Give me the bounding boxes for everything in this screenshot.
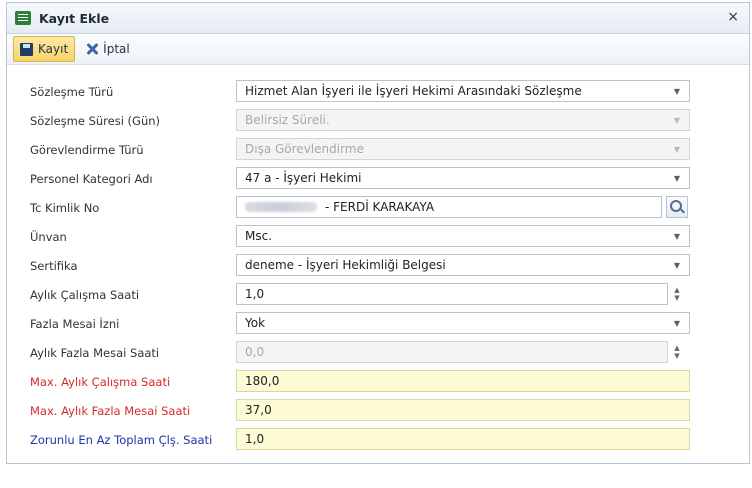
chevron-down-icon[interactable]: ▼ xyxy=(669,313,685,333)
min-total-work-hours-label: Zorunlu En Az Toplam Çlş. Saati xyxy=(30,433,213,447)
min-total-work-hours-value: 1,0 xyxy=(245,432,265,446)
chevron-down-icon[interactable]: ▼ xyxy=(669,226,685,246)
chevron-down-icon[interactable]: ▼ xyxy=(669,255,685,275)
certificate-label: Sertifika xyxy=(30,259,78,273)
contract-type-select[interactable]: Hizmet Alan İşyeri ile İşyeri Hekimi Ara… xyxy=(236,80,690,102)
title-select[interactable]: Msc. ▼ xyxy=(236,225,690,247)
monthly-work-hours-value: 1,0 xyxy=(245,287,265,301)
window-title: Kayıt Ekle xyxy=(39,10,110,26)
row-contract-duration: Sözleşme Süresi (Gün) Belirsiz Süreli. ▼ xyxy=(24,109,704,133)
overtime-permission-value: Yok xyxy=(245,316,266,330)
personnel-category-select[interactable]: 47 a - İşyeri Hekimi ▼ xyxy=(236,167,690,189)
tc-id-field[interactable]: - FERDİ KARAKAYA xyxy=(236,196,662,218)
title-label: Ünvan xyxy=(30,230,67,244)
overtime-permission-select[interactable]: Yok ▼ xyxy=(236,312,690,334)
monthly-overtime-hours-spinner: ▲ ▼ xyxy=(674,344,680,360)
monthly-overtime-hours-label: Aylık Fazla Mesai Saati xyxy=(30,346,160,360)
monthly-work-hours-input[interactable]: 1,0 xyxy=(236,283,668,305)
certificate-select[interactable]: deneme - İşyeri Hekimliği Belgesi ▼ xyxy=(236,254,690,276)
max-monthly-overtime-hours-value: 37,0 xyxy=(245,403,272,417)
row-contract-type: Sözleşme Türü Hizmet Alan İşyeri ile İşy… xyxy=(24,80,704,104)
monthly-overtime-hours-input: 0,0 xyxy=(236,341,668,363)
save-button[interactable]: Kayıt xyxy=(13,36,76,62)
row-monthly-overtime-hours: Aylık Fazla Mesai Saati 0,0 ▲ ▼ xyxy=(24,341,704,365)
row-tc-id: Tc Kimlik No - FERDİ KARAKAYA xyxy=(24,196,704,220)
assignment-type-label: Görevlendirme Türü xyxy=(30,143,144,157)
max-monthly-work-hours-label: Max. Aylık Çalışma Saati xyxy=(30,375,171,389)
chevron-down-icon: ▼ xyxy=(673,115,681,125)
max-monthly-work-hours-value: 180,0 xyxy=(245,374,280,388)
tc-id-label: Tc Kimlik No xyxy=(30,201,100,215)
row-max-monthly-overtime-hours: Max. Aylık Fazla Mesai Saati 37,0 xyxy=(24,399,704,423)
tc-id-value: - FERDİ KARAKAYA xyxy=(325,200,435,214)
contract-type-value: Hizmet Alan İşyeri ile İşyeri Hekimi Ara… xyxy=(245,84,582,98)
row-monthly-work-hours: Aylık Çalışma Saati 1,0 ▲ ▼ xyxy=(24,283,704,307)
row-max-monthly-work-hours: Max. Aylık Çalışma Saati 180,0 xyxy=(24,370,704,394)
certificate-value: deneme - İşyeri Hekimliği Belgesi xyxy=(245,258,446,272)
save-button-label: Kayıt xyxy=(38,42,69,56)
x-icon xyxy=(85,42,99,56)
form-icon xyxy=(15,11,31,25)
max-monthly-overtime-hours-label: Max. Aylık Fazla Mesai Saati xyxy=(30,404,191,418)
chevron-down-icon: ▼ xyxy=(673,144,681,154)
row-title: Ünvan Msc. ▼ xyxy=(24,225,704,249)
toolbar: Kayıt İptal xyxy=(7,34,749,65)
max-monthly-overtime-hours-field: 37,0 xyxy=(236,399,690,421)
assignment-type-value: Dışa Görevlendirme xyxy=(245,142,364,156)
personnel-category-value: 47 a - İşyeri Hekimi xyxy=(245,171,362,185)
personnel-category-label: Personel Kategori Adı xyxy=(30,172,153,186)
assignment-type-select: Dışa Görevlendirme ▼ xyxy=(236,138,690,160)
contract-duration-value: Belirsiz Süreli. xyxy=(245,113,330,127)
redacted-id xyxy=(245,202,317,212)
title-bar: Kayıt Ekle × xyxy=(7,3,749,34)
contract-duration-select: Belirsiz Süreli. ▼ xyxy=(236,109,690,131)
cancel-button[interactable]: İptal xyxy=(79,37,136,61)
min-total-work-hours-field: 1,0 xyxy=(236,428,690,450)
monthly-work-hours-spinner[interactable]: ▲ ▼ xyxy=(672,283,682,305)
floppy-disk-icon xyxy=(20,42,33,56)
chevron-down-icon[interactable]: ▼ xyxy=(669,168,685,188)
row-min-total-work-hours: Zorunlu En Az Toplam Çlş. Saati 1,0 xyxy=(24,428,704,452)
cancel-button-label: İptal xyxy=(103,42,130,56)
close-icon[interactable]: × xyxy=(727,9,739,25)
row-assignment-type: Görevlendirme Türü Dışa Görevlendirme ▼ xyxy=(24,138,704,162)
search-button[interactable] xyxy=(666,196,688,218)
row-personnel-category: Personel Kategori Adı 47 a - İşyeri Heki… xyxy=(24,167,704,191)
magnifier-icon xyxy=(670,200,682,212)
overtime-permission-label: Fazla Mesai İzni xyxy=(30,317,120,331)
contract-type-label: Sözleşme Türü xyxy=(30,85,114,99)
row-certificate: Sertifika deneme - İşyeri Hekimliği Belg… xyxy=(24,254,704,278)
chevron-down-icon[interactable]: ▼ xyxy=(669,81,685,101)
row-overtime-permission: Fazla Mesai İzni Yok ▼ xyxy=(24,312,704,336)
max-monthly-work-hours-field: 180,0 xyxy=(236,370,690,392)
monthly-work-hours-label: Aylık Çalışma Saati xyxy=(30,288,140,302)
monthly-overtime-hours-value: 0,0 xyxy=(245,345,265,359)
contract-duration-label: Sözleşme Süresi (Gün) xyxy=(30,114,161,128)
title-value: Msc. xyxy=(245,229,273,243)
